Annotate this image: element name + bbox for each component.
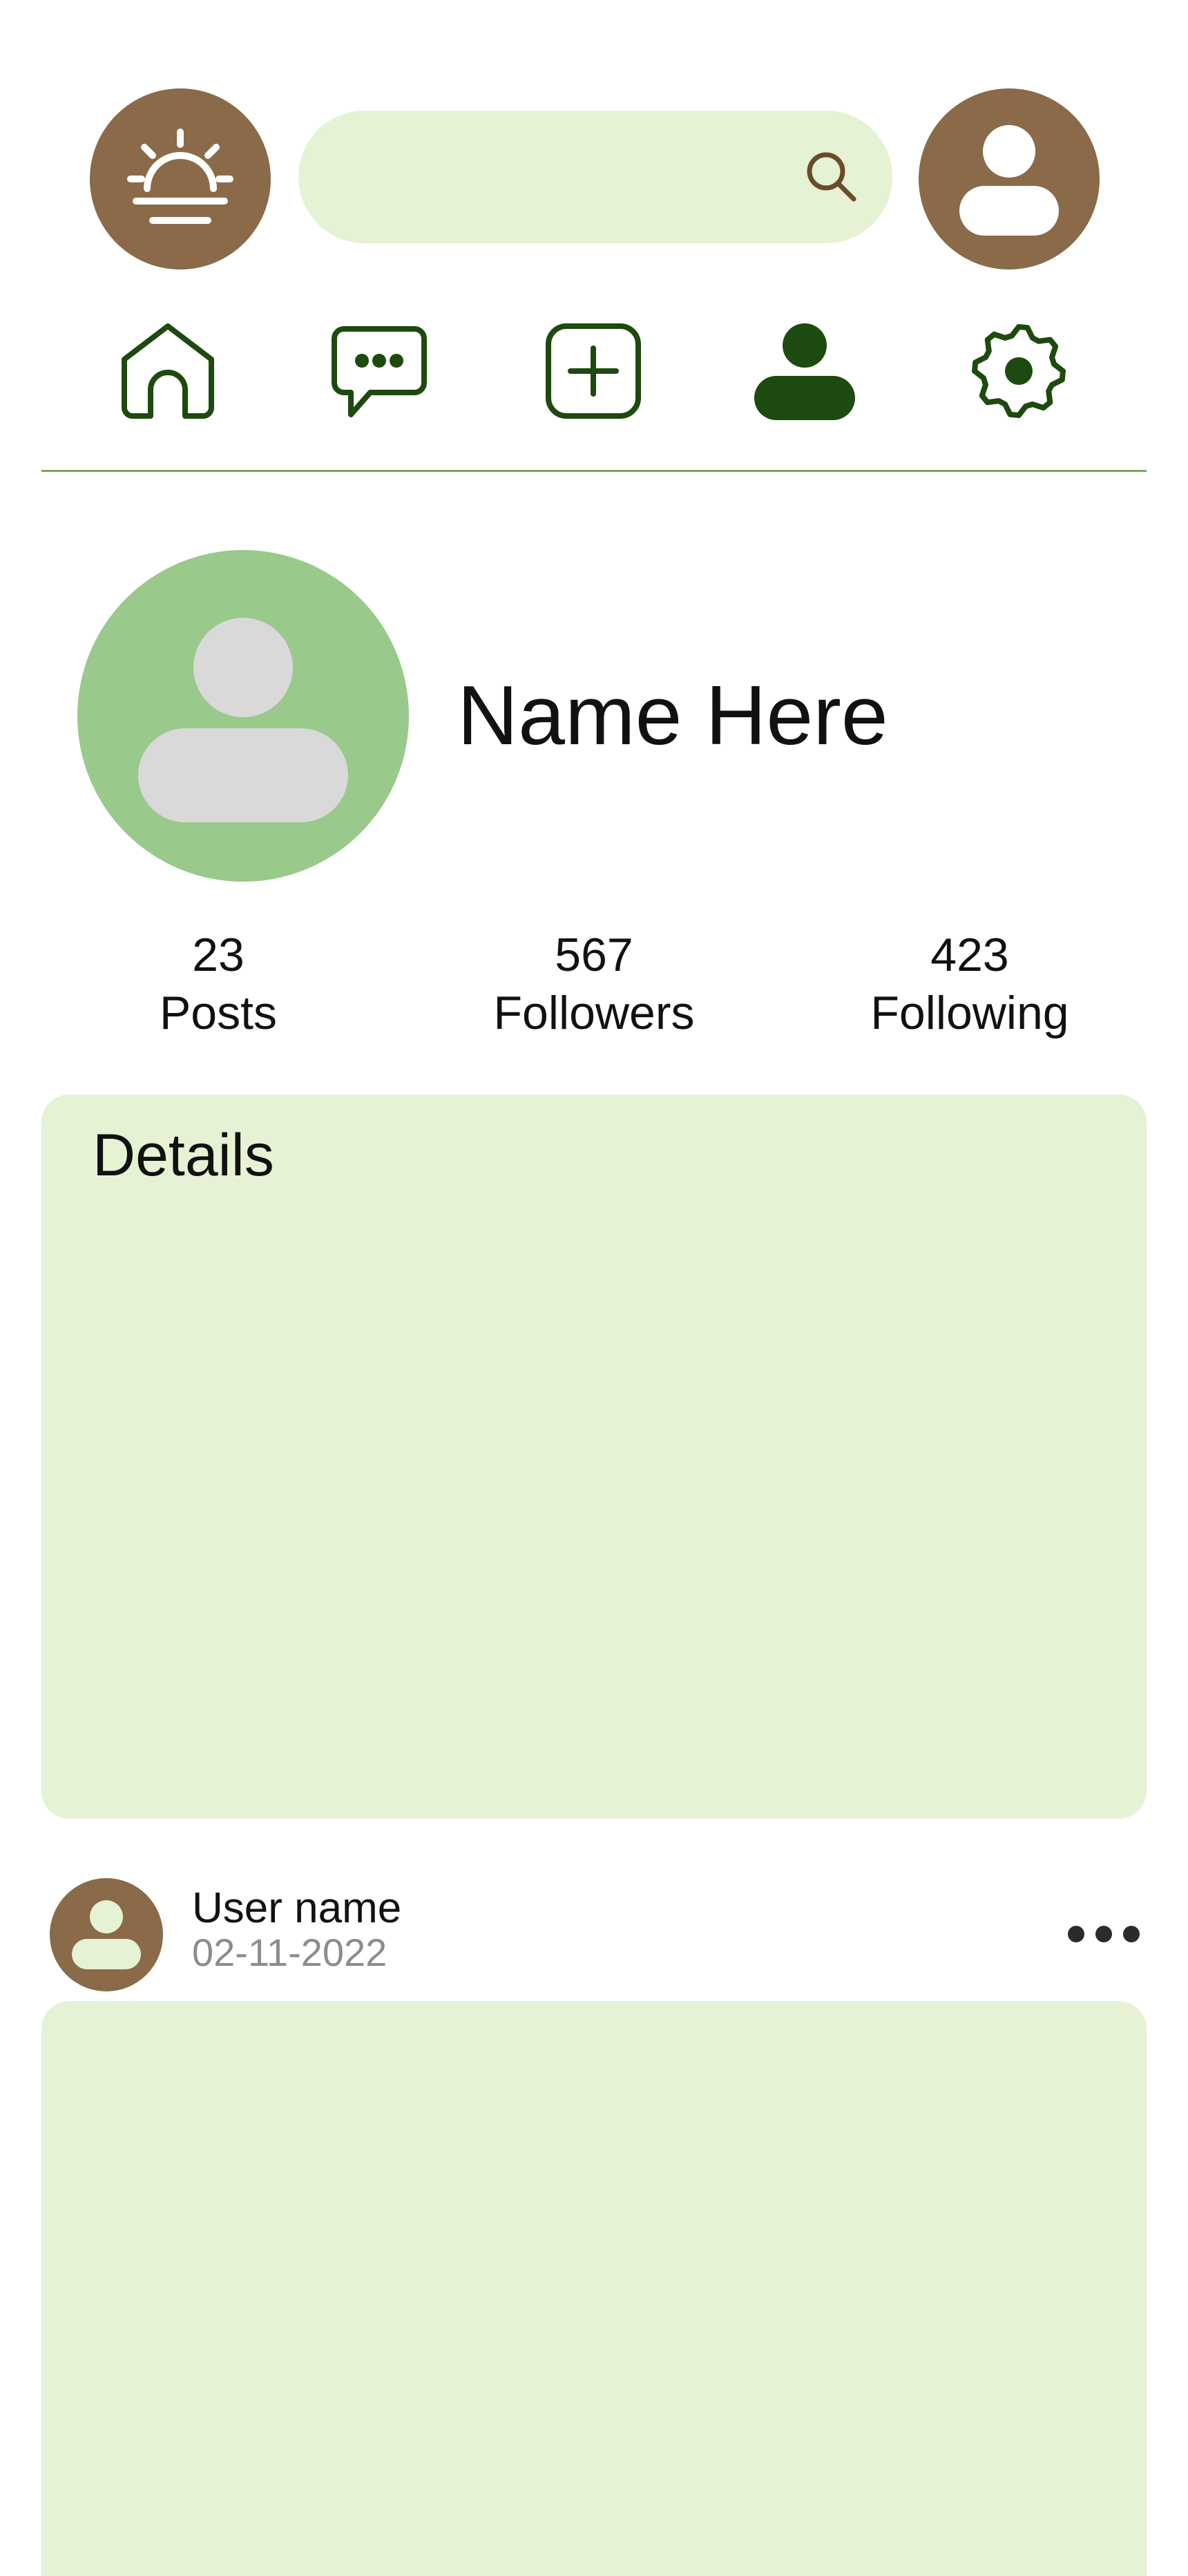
profile-name: Name Here — [457, 668, 888, 762]
post-more-button[interactable] — [1057, 1911, 1151, 1957]
nav-profile[interactable] — [753, 319, 856, 423]
account-button[interactable] — [919, 88, 1100, 269]
profile-avatar[interactable] — [77, 550, 409, 882]
stat-following[interactable]: 423 Following — [832, 926, 1108, 1042]
stat-value: 23 — [192, 929, 245, 981]
sunrise-icon — [127, 129, 233, 224]
user-icon — [959, 125, 1059, 236]
gear-icon — [972, 324, 1066, 418]
stat-value: 567 — [555, 929, 633, 981]
nav-home[interactable] — [116, 319, 220, 423]
chat-bubble-icon — [332, 326, 427, 417]
stat-followers[interactable]: 567 Followers — [456, 926, 732, 1042]
home-icon — [122, 323, 214, 419]
nav-settings[interactable] — [967, 319, 1071, 423]
person-icon — [754, 323, 855, 420]
stat-posts[interactable]: 23 Posts — [80, 926, 356, 1042]
stat-label: Following — [870, 987, 1069, 1039]
logo-button[interactable] — [90, 88, 271, 269]
post-username[interactable]: User name — [192, 1884, 401, 1933]
stat-label: Posts — [159, 987, 278, 1039]
nav-messages[interactable] — [327, 319, 431, 423]
search-input[interactable] — [333, 111, 792, 245]
post-media[interactable] — [41, 2001, 1147, 2576]
details-title: Details — [93, 1122, 274, 1188]
details-card: Details — [41, 1095, 1147, 1819]
stat-label: Followers — [493, 987, 695, 1039]
search-icon[interactable] — [797, 142, 866, 211]
nav-create[interactable] — [542, 319, 645, 423]
search-bar[interactable] — [298, 111, 892, 245]
post-author-avatar[interactable] — [50, 1878, 163, 1991]
user-placeholder-icon — [138, 618, 348, 822]
plus-square-icon — [546, 323, 641, 419]
post-date: 02-11-2022 — [192, 1931, 387, 1974]
user-icon — [72, 1900, 141, 1969]
stat-value: 423 — [930, 929, 1009, 981]
more-horizontal-icon — [1068, 1926, 1140, 1942]
nav-divider — [41, 470, 1147, 472]
